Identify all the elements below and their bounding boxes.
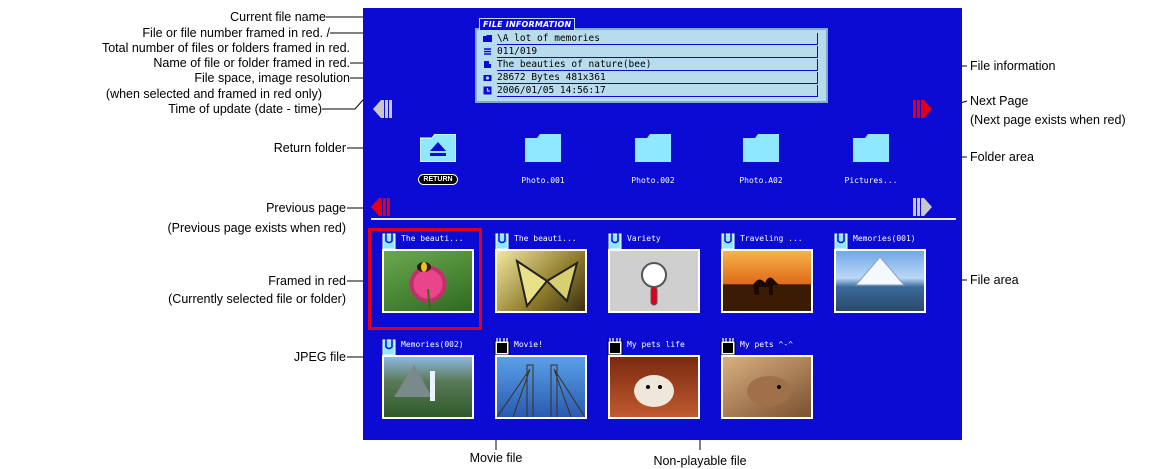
file-item[interactable]: The beauti... <box>486 232 590 326</box>
jpeg-file-icon <box>834 232 848 250</box>
file-information-tag: FILE INFORMATION <box>479 18 576 31</box>
file-item[interactable]: My pets ^-^ <box>712 338 816 432</box>
file-item[interactable]: Movie! <box>486 338 590 432</box>
folder-photo-a02[interactable]: Photo.A02 <box>721 128 801 208</box>
file-item[interactable]: Memories(002) <box>373 338 477 432</box>
fi-path: \A lot of memories <box>497 33 818 45</box>
folder-small-icon <box>483 34 492 43</box>
fi-row-count: 011/019 <box>483 46 823 58</box>
file-name-icon <box>483 60 492 69</box>
folder-icon <box>525 134 561 162</box>
folder-label: Photo.001 <box>521 176 565 185</box>
folder-photo-001[interactable]: Photo.001 <box>503 128 583 208</box>
anno-current-file-name: Current file name <box>230 10 326 24</box>
file-name: Traveling ... <box>740 234 803 243</box>
hamster-thumbnail <box>608 355 700 419</box>
anno-file-space: File space, image resolution <box>194 71 350 85</box>
anno-return-folder: Return folder <box>273 141 346 155</box>
anno-total-files: Total number of files or folders framed … <box>101 41 350 55</box>
anno-previous-page: Previous page <box>266 201 346 215</box>
mountain-lake-thumbnail <box>834 249 926 313</box>
file-name: Memories(002) <box>401 340 464 349</box>
anno-time-of-update: Time of update (date - time) <box>168 102 322 116</box>
folder-label: Photo.002 <box>631 176 675 185</box>
jpeg-file-icon <box>495 232 509 250</box>
file-item[interactable]: Variety <box>599 232 703 326</box>
anno-folder-area: Folder area <box>970 150 1034 164</box>
camera-icon <box>483 73 492 82</box>
folder-file-divider <box>371 218 956 220</box>
movie-file-icon <box>607 338 623 356</box>
clock-icon <box>483 86 492 95</box>
file-name: The beauti... <box>401 234 464 243</box>
fi-row-size: 28672 Bytes 481x361 <box>483 72 823 84</box>
jpeg-file-icon <box>721 232 735 250</box>
movie-file-icon <box>494 338 510 356</box>
anno-file-information: File information <box>970 59 1056 73</box>
anno-framed-in-red-note: (Currently selected file or folder) <box>168 292 346 306</box>
anno-file-area: File area <box>970 273 1019 287</box>
anno-next-page: Next Page <box>970 94 1029 108</box>
folder-return[interactable]: RETURN <box>398 128 478 208</box>
jpeg-file-icon <box>382 232 396 250</box>
hamster-2-thumbnail <box>721 355 813 419</box>
file-item[interactable]: The beauti... <box>373 232 477 326</box>
file-name: My pets ^-^ <box>740 340 793 349</box>
fi-row-path: \A lot of memories <box>483 33 823 45</box>
anno-file-number: File or file number framed in red. / <box>142 26 330 40</box>
file-item[interactable]: Traveling ... <box>712 232 816 326</box>
anno-framed-in-red: Framed in red <box>268 274 346 288</box>
folder-pictures[interactable]: Pictures... <box>831 128 911 208</box>
butterfly-thumbnail <box>495 249 587 313</box>
count-icon <box>483 47 492 56</box>
flower-bee-thumbnail <box>382 249 474 313</box>
fi-size: 28672 Bytes 481x361 <box>497 72 818 84</box>
file-name: The beauti... <box>514 234 577 243</box>
fi-row-name: The beauties of nature(bee) <box>483 59 823 71</box>
waterfall-thumbnail <box>382 355 474 419</box>
anno-jpeg-file: JPEG file <box>293 350 346 364</box>
bridge-thumbnail <box>495 355 587 419</box>
previous-page-arrow[interactable] <box>371 196 391 218</box>
next-file-page-arrow[interactable] <box>912 196 932 218</box>
file-item[interactable]: Memories(001) <box>825 232 929 326</box>
file-name: My pets life <box>627 340 685 349</box>
folder-label: Pictures... <box>844 176 898 185</box>
anno-name-framed: Name of file or folder framed in red. <box>153 56 350 70</box>
anno-previous-page-note: (Previous page exists when red) <box>167 221 346 235</box>
folder-icon <box>635 134 671 162</box>
file-name: Memories(001) <box>853 234 916 243</box>
return-folder-icon <box>420 134 456 162</box>
previous-folder-page-arrow[interactable] <box>373 98 393 120</box>
non-playable-thumbnail <box>608 249 700 313</box>
movie-file-icon <box>720 338 736 356</box>
folder-label: Photo.A02 <box>739 176 783 185</box>
anno-next-page-note: (Next page exists when red) <box>970 113 1126 127</box>
folder-icon <box>853 134 889 162</box>
fi-date: 2006/01/05 14:56:17 <box>497 85 818 97</box>
file-name: Movie! <box>514 340 543 349</box>
folder-icon <box>743 134 779 162</box>
fi-name: The beauties of nature(bee) <box>497 59 818 71</box>
fi-row-date: 2006/01/05 14:56:17 <box>483 85 823 97</box>
file-name: Variety <box>627 234 661 243</box>
browser-screen: FILE INFORMATION \A lot of memories 011/… <box>363 8 962 440</box>
next-page-arrow[interactable] <box>912 98 932 120</box>
anno-when-selected: (when selected and framed in red only) <box>105 87 322 101</box>
fi-count: 011/019 <box>497 46 818 58</box>
file-item[interactable]: My pets life <box>599 338 703 432</box>
jpeg-file-icon <box>382 338 396 356</box>
non-playable-icon <box>641 262 667 306</box>
folder-photo-002[interactable]: Photo.002 <box>613 128 693 208</box>
anno-movie-file: Movie file <box>469 451 523 465</box>
jpeg-file-icon <box>608 232 622 250</box>
anno-non-playable-file: Non-playable file <box>653 454 747 468</box>
desert-sunset-thumbnail <box>721 249 813 313</box>
return-label: RETURN <box>418 174 458 185</box>
